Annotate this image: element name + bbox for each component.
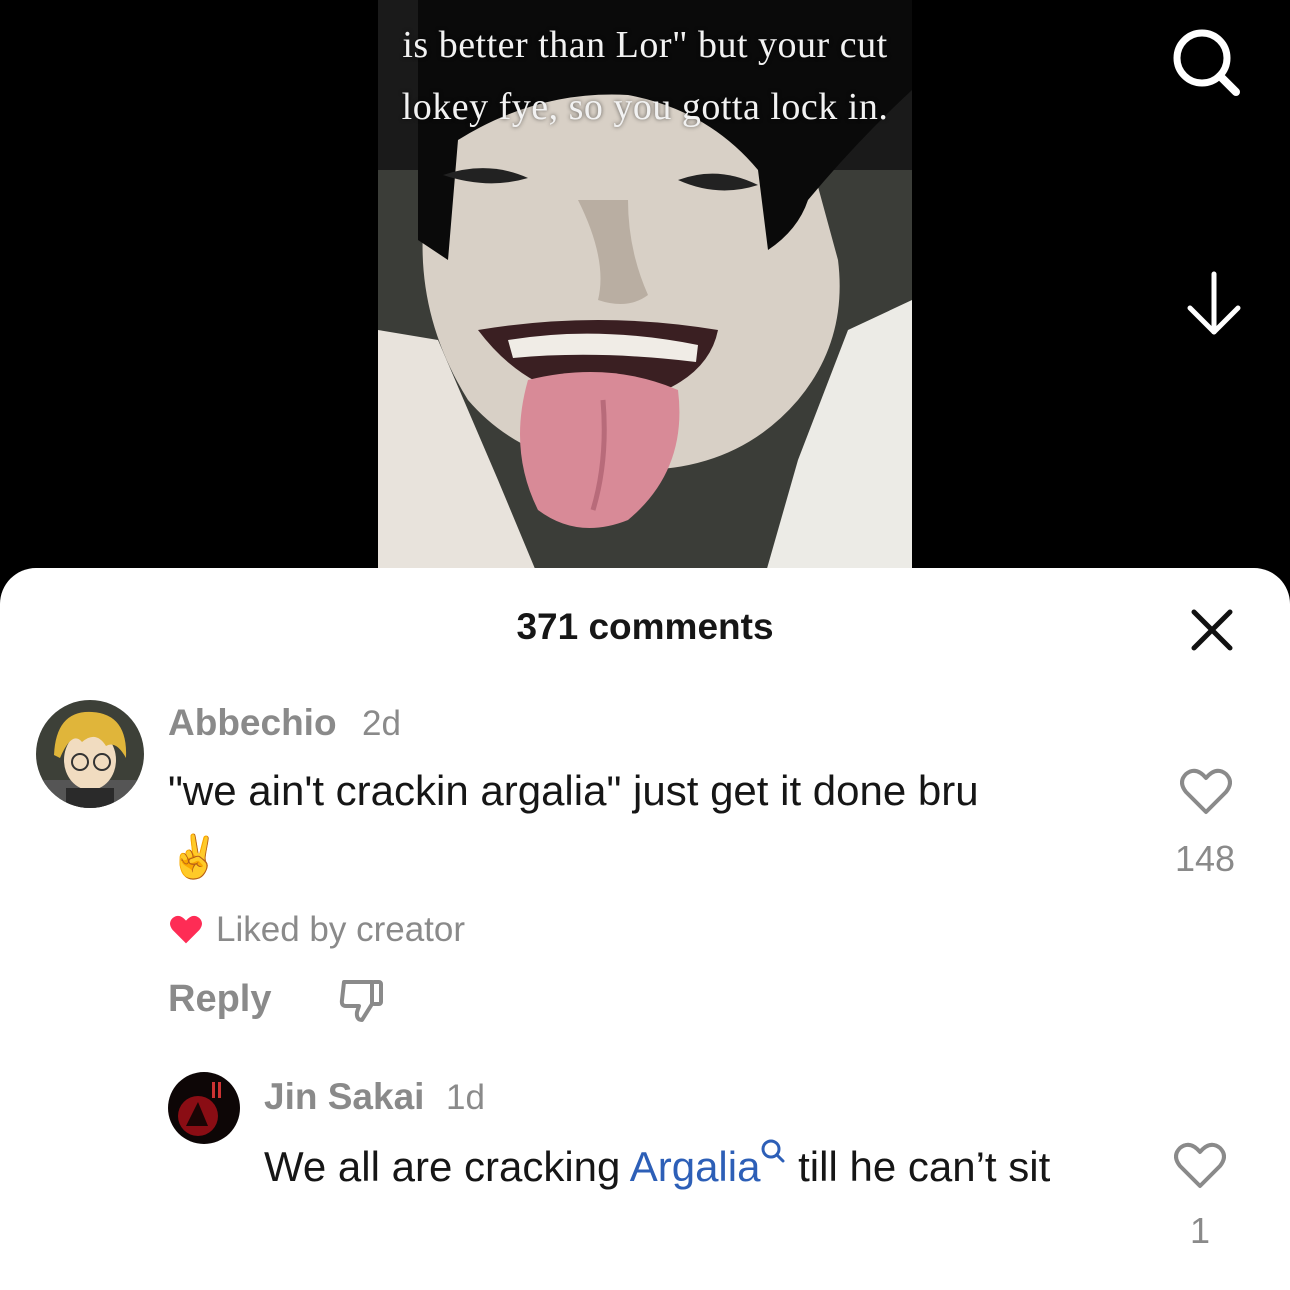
liked-by-creator-label: Liked by creator (216, 910, 466, 949)
close-icon (1191, 609, 1233, 651)
comment-timestamp: 2d (362, 704, 401, 743)
heart-outline-icon (1174, 1142, 1226, 1188)
video-player[interactable]: is better than Lor" but your cut lokey f… (0, 0, 1290, 600)
victory-hand-emoji: ✌️ (168, 833, 221, 880)
comment-username[interactable]: Abbechio (168, 702, 337, 744)
avatar[interactable] (36, 700, 144, 808)
comment-text: We all are cracking Argalia till he can’… (264, 1134, 1124, 1200)
user-avatar-image (36, 700, 144, 808)
avatar[interactable] (168, 1072, 240, 1144)
liked-by-creator-badge: Liked by creator (168, 910, 465, 950)
like-button[interactable] (1174, 1142, 1226, 1190)
arrow-down-icon (1187, 271, 1241, 335)
video-caption: is better than Lor" but your cut lokey f… (300, 14, 990, 138)
search-icon (1173, 29, 1240, 96)
mention-link[interactable]: Argalia (629, 1139, 787, 1190)
comment-text: "we ain't crackin argalia" just get it d… (168, 758, 1138, 890)
mention-text: Argalia (629, 1143, 761, 1190)
comment-body-start: We all are cracking (264, 1143, 630, 1190)
search-button[interactable] (1170, 26, 1242, 98)
reply-button[interactable]: Reply (168, 978, 271, 1021)
caption-line-1: is better than Lor" but your cut (402, 24, 888, 66)
thumbs-down-icon (339, 980, 383, 1022)
search-icon (761, 1139, 785, 1163)
comments-panel: 371 comments Abbechio 2d "we ain't crack… (0, 568, 1290, 1290)
user-avatar-image (168, 1072, 240, 1144)
dislike-button[interactable] (338, 976, 386, 1024)
like-button[interactable] (1180, 768, 1232, 816)
comment-body-end: till he can’t sit (786, 1143, 1051, 1190)
like-count: 148 (1174, 838, 1236, 879)
comment-username[interactable]: Jin Sakai (264, 1076, 424, 1118)
comments-count-title: 371 comments (516, 606, 774, 647)
like-count: 1 (1189, 1210, 1211, 1251)
comment-timestamp: 1d (446, 1078, 485, 1117)
heart-filled-icon (170, 915, 202, 944)
heart-outline-icon (1180, 768, 1232, 814)
comment-body: "we ain't crackin argalia" just get it d… (168, 767, 979, 814)
caption-line-2: lokey fye, so you gotta lock in. (401, 86, 889, 128)
download-button[interactable] (1182, 270, 1246, 340)
close-button[interactable] (1188, 606, 1236, 654)
